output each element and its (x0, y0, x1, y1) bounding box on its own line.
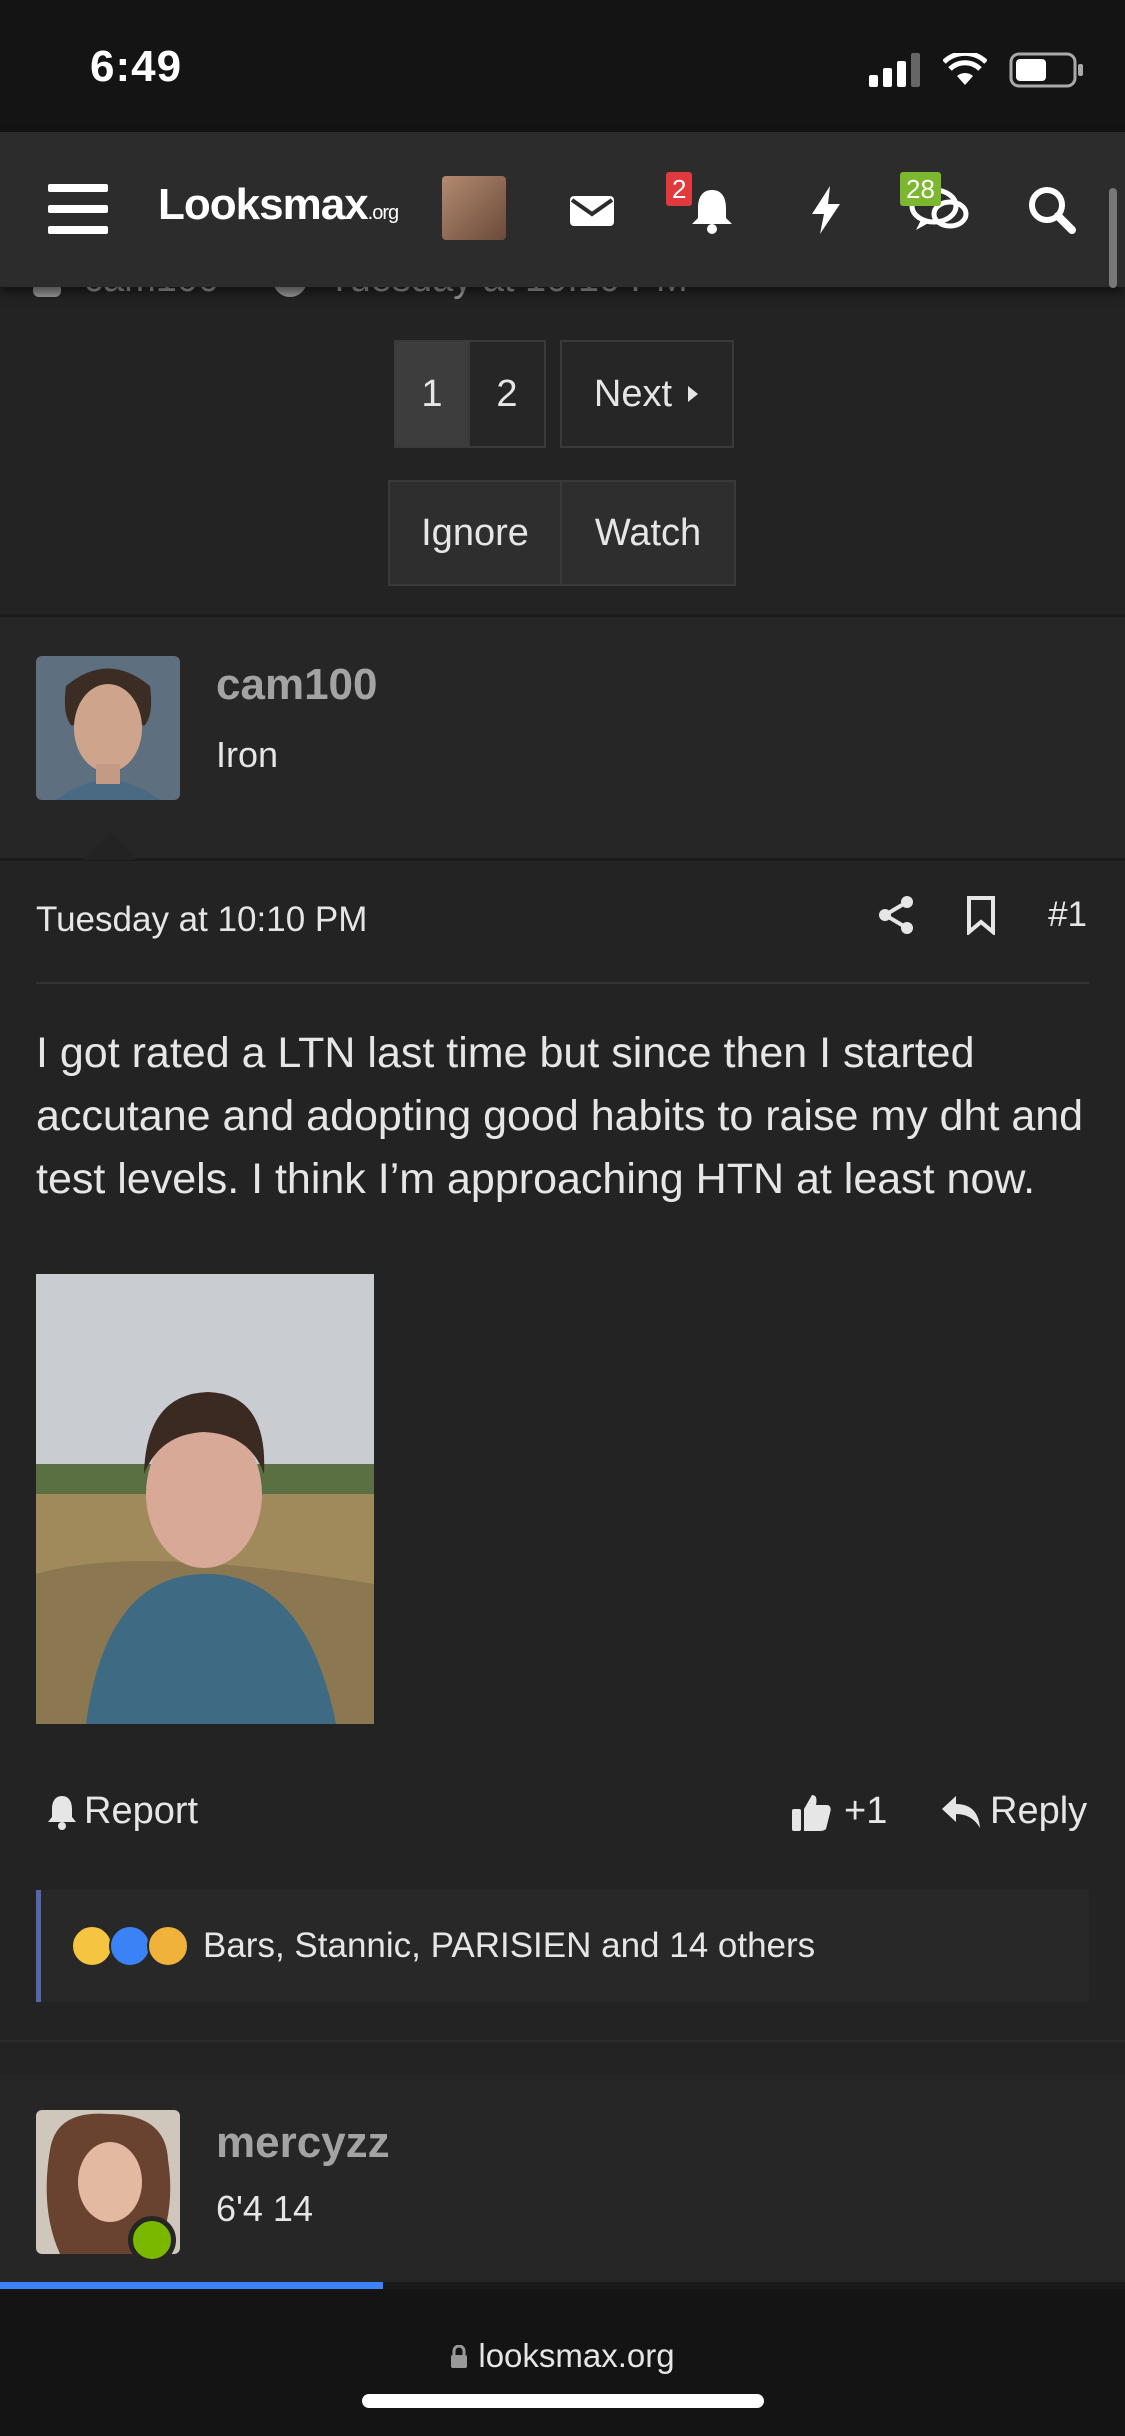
wifi-icon (943, 53, 987, 85)
like-reaction-icon (109, 1925, 151, 1967)
online-indicator (128, 2216, 176, 2264)
post-arrow (84, 832, 136, 860)
next-page-button[interactable]: Next (560, 340, 734, 448)
scrollbar[interactable] (1109, 188, 1117, 288)
page-1-button[interactable]: 1 (394, 340, 470, 448)
post-tools: #1 (878, 895, 1087, 935)
status-time: 6:49 (90, 42, 183, 91)
url-domain: looksmax.org (478, 2337, 675, 2374)
conversations-badge: 28 (900, 172, 941, 206)
user-avatar[interactable] (36, 656, 180, 800)
site-logo[interactable]: Looksmax.org (158, 180, 399, 230)
status-icons (869, 52, 1085, 88)
post-username[interactable]: cam100 (216, 660, 377, 710)
caret-right-icon (688, 386, 699, 402)
alerts-badge: 2 (666, 172, 693, 206)
report-label: Report (84, 1790, 199, 1832)
browser-url-bar[interactable]: looksmax.org (0, 2289, 1125, 2436)
thread-actions: Ignore Watch (388, 480, 736, 586)
post-user-block: cam100 Iron (0, 618, 1125, 858)
share-icon[interactable] (878, 895, 914, 935)
like-label: +1 (844, 1790, 888, 1832)
search-icon[interactable] (1026, 184, 1078, 236)
pagination: 1 2 Next (394, 340, 734, 448)
post-body: I got rated a LTN last time but since th… (36, 1029, 1084, 1203)
alerts-button[interactable]: 2 (666, 172, 740, 242)
post-username-2[interactable]: mercyzz (216, 2118, 390, 2168)
post-user-title-2: 6'4 14 (216, 2188, 313, 2229)
sad-emoji-icon (147, 1925, 189, 1967)
like-button[interactable]: +1 (790, 1790, 887, 1833)
reactions-bar[interactable]: Bars, Stannic, PARISIEN and 14 others (36, 1890, 1089, 2002)
reply-label: Reply (990, 1790, 1088, 1832)
post-user-block-2: mercyzz 6'4 14 (0, 2074, 1125, 2284)
page-progress-bar (0, 2282, 1125, 2289)
logo-main: Looksmax (158, 180, 369, 229)
reactions-text: Bars, Stannic, PARISIEN and 14 others (203, 1926, 816, 1965)
post-divider (0, 2040, 1125, 2042)
battery-icon (1009, 52, 1083, 88)
page-progress-fill (0, 2282, 383, 2289)
bookmark-icon[interactable] (966, 895, 996, 935)
lock-icon (451, 2344, 468, 2368)
home-indicator[interactable] (362, 2394, 764, 2408)
signal-icon (869, 53, 920, 87)
page-2-button[interactable]: 2 (470, 340, 546, 448)
bell-icon (48, 1795, 76, 1830)
meta-divider (36, 982, 1089, 984)
reply-button[interactable]: Reply (940, 1790, 1087, 1833)
post-number[interactable]: #1 (1048, 895, 1087, 935)
logo-suffix: .org (367, 202, 399, 224)
post-footer: Report +1 Reply (36, 1790, 1089, 1850)
url-display[interactable]: looksmax.org (0, 2337, 1125, 2375)
thumbs-up-icon (792, 1794, 831, 1831)
status-bar: 6:49 (0, 0, 1125, 132)
next-label: Next (593, 372, 673, 415)
post-user-title: Iron (216, 734, 279, 775)
reply-icon (942, 1795, 980, 1828)
inbox-icon[interactable] (566, 184, 618, 236)
report-button[interactable]: Report (46, 1790, 198, 1833)
ignore-button[interactable]: Ignore (388, 480, 562, 586)
bell-icon (692, 190, 732, 234)
top-navbar: Looksmax.org 2 28 (0, 132, 1125, 288)
post-date[interactable]: Tuesday at 10:10 PM (36, 900, 367, 940)
nav-user-avatar[interactable] (442, 176, 506, 240)
watch-button[interactable]: Watch (562, 480, 736, 586)
section-divider (0, 614, 1125, 617)
lightning-icon[interactable] (800, 184, 852, 236)
post-attachment-image[interactable] (36, 1274, 374, 1724)
post-header-divider (0, 858, 1125, 861)
laughing-emoji-icon (71, 1925, 113, 1967)
conversations-button[interactable]: 28 (900, 172, 970, 242)
menu-icon[interactable] (48, 184, 108, 234)
